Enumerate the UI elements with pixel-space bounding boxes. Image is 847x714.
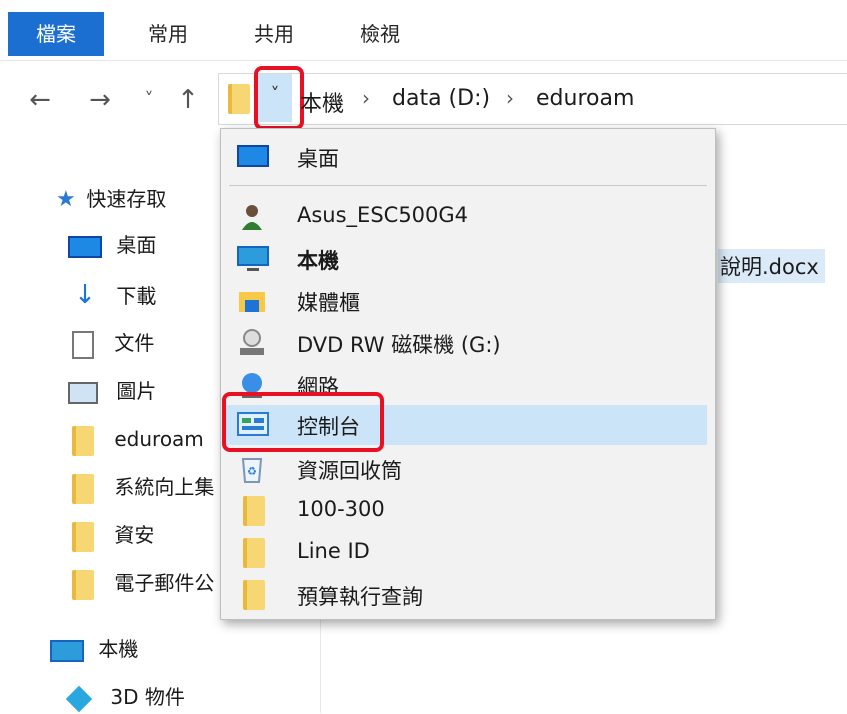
sidebar-item-desktop[interactable]: 桌面 xyxy=(68,228,156,262)
folder-icon xyxy=(228,84,250,114)
sidebar-item-label: 本機 xyxy=(98,637,139,661)
folder-icon xyxy=(72,425,94,456)
sidebar-item-label: 桌面 xyxy=(116,233,157,257)
folder-icon xyxy=(243,538,273,568)
breadcrumb-this-pc[interactable]: 本機 xyxy=(300,86,344,118)
sidebar-item-label: 快速存取 xyxy=(86,187,167,211)
tab-share[interactable]: 共用 xyxy=(234,12,314,56)
folder-icon xyxy=(72,521,94,552)
menu-item-label: 預算執行查詢 xyxy=(297,585,423,609)
sidebar-item-label: 3D 物件 xyxy=(110,685,185,709)
menu-divider xyxy=(229,185,707,186)
menu-item-label: Line ID xyxy=(297,539,370,563)
sidebar-item-label: 系統向上集 xyxy=(114,475,215,499)
sidebar-item-eduroam[interactable]: eduroam xyxy=(72,422,204,456)
menu-item-label: 100-300 xyxy=(297,497,385,521)
up-button[interactable]: ↑ xyxy=(170,80,206,120)
sidebar-item-pictures[interactable]: 圖片 xyxy=(68,374,156,408)
menu-item-label: DVD RW 磁碟機 (G:) xyxy=(297,333,501,357)
breadcrumb-separator[interactable]: › xyxy=(506,86,514,110)
cube-icon xyxy=(65,685,93,712)
desktop-icon xyxy=(237,145,269,167)
tab-file[interactable]: 檔案 xyxy=(8,12,104,56)
library-icon xyxy=(237,286,267,314)
document-icon xyxy=(72,330,94,359)
dvd-drive-icon xyxy=(237,328,267,356)
sidebar-item-downloads[interactable]: ↓ 下載 xyxy=(68,278,156,312)
tab-home[interactable]: 常用 xyxy=(128,12,208,56)
annotation-highlight-dropdown xyxy=(254,66,304,130)
menu-item-folder-budget[interactable]: 預算執行查詢 xyxy=(221,575,715,613)
menu-item-recycle-bin[interactable]: ♻ 資源回收筒 xyxy=(221,449,715,487)
back-button[interactable]: ← xyxy=(22,80,58,120)
computer-icon xyxy=(237,244,269,272)
breadcrumb-separator[interactable]: › xyxy=(362,86,370,110)
menu-item-label: 媒體櫃 xyxy=(297,291,360,315)
sidebar-item-label: 文件 xyxy=(114,331,155,355)
computer-icon xyxy=(50,639,84,662)
menu-item-label: Asus_ESC500G4 xyxy=(297,203,469,227)
ribbon: 檔案 常用 共用 檢視 xyxy=(0,0,847,61)
download-icon: ↓ xyxy=(74,280,96,310)
menu-item-label: 本機 xyxy=(297,249,339,273)
user-icon xyxy=(237,202,267,230)
desktop-icon xyxy=(68,235,102,258)
sidebar-item-3d-objects[interactable]: 3D 物件 xyxy=(65,680,185,714)
sidebar-item-label: eduroam xyxy=(114,427,204,451)
recent-locations-button[interactable]: ˅ xyxy=(136,80,162,120)
menu-item-user[interactable]: Asus_ESC500G4 xyxy=(221,197,715,235)
folder-icon xyxy=(243,580,273,610)
menu-item-folder-line-id[interactable]: Line ID xyxy=(221,533,715,571)
sidebar-item-label: 資安 xyxy=(114,523,155,547)
sidebar-item-folder[interactable]: 系統向上集 xyxy=(72,470,214,504)
menu-item-label: 資源回收筒 xyxy=(297,459,402,483)
sidebar-item-label: 圖片 xyxy=(116,379,157,403)
annotation-highlight-control-panel xyxy=(222,392,384,452)
menu-item-folder-100-300[interactable]: 100-300 xyxy=(221,491,715,529)
breadcrumb-data-drive[interactable]: data (D:) xyxy=(392,86,490,111)
menu-item-this-pc[interactable]: 本機 xyxy=(221,239,715,277)
folder-icon xyxy=(243,496,273,526)
picture-icon xyxy=(68,381,98,404)
menu-item-dvd-drive[interactable]: DVD RW 磁碟機 (G:) xyxy=(221,323,715,361)
folder-icon xyxy=(72,473,94,504)
breadcrumb-eduroam[interactable]: eduroam xyxy=(536,86,634,111)
sidebar-item-infosec[interactable]: 資安 xyxy=(72,518,154,552)
sidebar-item-this-pc[interactable]: 本機 xyxy=(50,632,138,666)
sidebar-item-documents[interactable]: 文件 xyxy=(72,326,154,360)
sidebar-item-email[interactable]: 電子郵件公 xyxy=(72,566,214,600)
sidebar-item-quick-access[interactable]: ★ 快速存取 xyxy=(56,182,166,216)
menu-item-desktop[interactable]: 桌面 xyxy=(221,137,715,175)
tab-view[interactable]: 檢視 xyxy=(340,12,420,56)
sidebar-item-label: 下載 xyxy=(116,284,157,308)
forward-button[interactable]: → xyxy=(82,80,118,120)
address-dropdown-menu: 桌面 Asus_ESC500G4 本機 媒體櫃 DVD RW 磁碟機 (G:) … xyxy=(220,128,716,620)
recycle-bin-icon: ♻ xyxy=(237,454,267,483)
menu-item-libraries[interactable]: 媒體櫃 xyxy=(221,281,715,319)
folder-icon xyxy=(72,569,94,600)
svg-text:♻: ♻ xyxy=(247,465,257,478)
file-item[interactable]: 說明.docx xyxy=(718,249,825,283)
star-icon: ★ xyxy=(56,187,76,212)
sidebar-item-label: 電子郵件公 xyxy=(114,571,215,595)
menu-item-label: 桌面 xyxy=(297,147,339,171)
